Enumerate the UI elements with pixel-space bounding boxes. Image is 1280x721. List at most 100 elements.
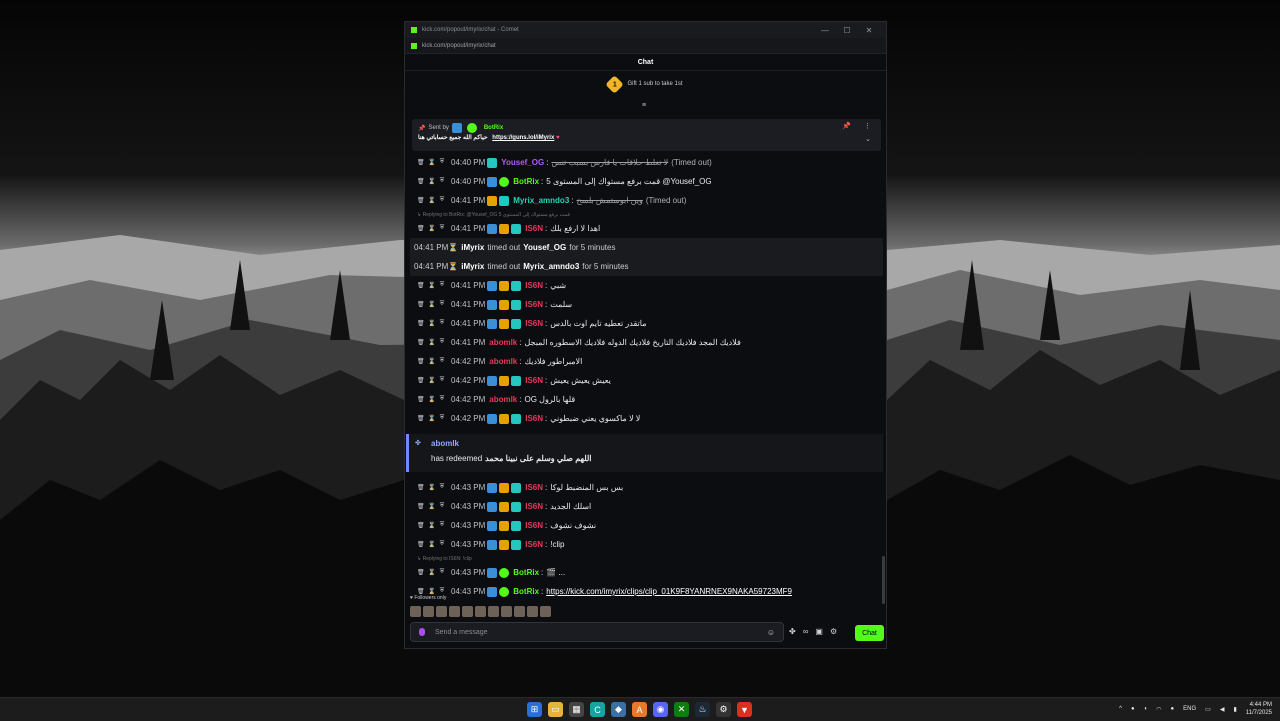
pinned-toggle-icon[interactable]: ≡ [642,102,646,109]
language-indicator[interactable]: ENG [1183,706,1196,712]
tray-app-icon[interactable]: ● [1131,706,1135,712]
timeout-hourglass-icon[interactable]: ⌛ [428,358,435,365]
chat-username[interactable]: IS6N [525,376,543,385]
timeout-hourglass-icon[interactable]: ⌛ [428,415,435,422]
app-icon[interactable]: ◆ [611,702,626,717]
ban-shield-icon[interactable]: ⛨ [439,503,445,510]
settings-icon[interactable]: ⚙ [716,702,731,717]
calendar-icon[interactable]: ▦ [569,702,584,717]
chat-username[interactable]: IS6N [525,319,543,328]
ban-shield-icon[interactable]: ⛨ [439,484,445,491]
timeout-hourglass-icon[interactable]: ⌛ [428,396,435,403]
chat-username[interactable]: IS6N [525,540,543,549]
wifi-icon[interactable]: ◠ [1156,706,1161,713]
delete-message-icon[interactable]: 🗑 [417,415,425,422]
redeem-user[interactable]: abomlk [431,439,459,448]
taskbar-clock[interactable]: 4:44 PM 11/7/2025 [1246,701,1272,717]
volume-icon[interactable]: ◖ [1144,706,1148,712]
ban-shield-icon[interactable]: ⛨ [439,522,445,529]
emote-9[interactable] [514,606,525,617]
delete-message-icon[interactable]: 🗑 [417,339,425,346]
timeout-hourglass-icon[interactable]: ⌛ [428,197,435,204]
timeout-hourglass-icon[interactable]: ⌛ [428,503,435,510]
chat-username[interactable]: IS6N [525,300,543,309]
pinned-user[interactable]: BotRix [484,125,503,131]
chat-username[interactable]: BotRix [513,177,539,186]
battery-icon[interactable]: ▮ [1233,706,1236,713]
chat-username[interactable]: IS6N [525,224,543,233]
chat-username[interactable]: Myrix_amndo3 [513,196,569,205]
browser-icon[interactable]: C [590,702,605,717]
ban-shield-icon[interactable]: ⛨ [439,301,445,308]
timeout-hourglass-icon[interactable]: ⌛ [428,339,435,346]
start-icon[interactable]: ⊞ [527,702,542,717]
timeout-hourglass-icon[interactable]: ⌛ [428,377,435,384]
ban-shield-icon[interactable]: ⛨ [439,588,445,595]
delete-message-icon[interactable]: 🗑 [417,377,425,384]
timeout-hourglass-icon[interactable]: ⌛ [428,301,435,308]
chat-username[interactable]: IS6N [525,502,543,511]
mod-actor[interactable]: iMyrix [461,243,484,252]
ban-shield-icon[interactable]: ⛨ [439,178,445,185]
timeout-hourglass-icon[interactable]: ⌛ [428,484,435,491]
delete-message-icon[interactable]: 🗑 [417,503,425,510]
emoji-picker-icon[interactable]: ☺ [767,628,775,637]
monitor-icon[interactable]: ▭ [1205,706,1211,713]
more-options-icon[interactable]: ⋮ [864,122,871,130]
tray-chevron-icon[interactable]: ^ [1119,706,1122,712]
ban-shield-icon[interactable]: ⛨ [439,569,445,576]
delete-message-icon[interactable]: 🗑 [417,225,425,232]
ban-shield-icon[interactable]: ⛨ [439,358,445,365]
ban-shield-icon[interactable]: ⛨ [439,282,445,289]
mod-actor[interactable]: iMyrix [461,262,484,271]
emote-1[interactable] [410,606,421,617]
ban-shield-icon[interactable]: ⛨ [439,159,445,166]
delete-message-icon[interactable]: 🗑 [417,301,425,308]
timeout-hourglass-icon[interactable]: ⌛ [428,178,435,185]
emote-8[interactable] [501,606,512,617]
timeout-hourglass-icon[interactable]: ⌛ [428,159,435,166]
emote-11[interactable] [540,606,551,617]
delete-message-icon[interactable]: 🗑 [417,197,425,204]
timeout-hourglass-icon[interactable]: ⌛ [428,588,435,595]
ban-shield-icon[interactable]: ⛨ [439,396,445,403]
arc-icon[interactable]: A [632,702,647,717]
infinity-icon[interactable]: ∞ [803,627,809,636]
send-chat-button[interactable]: Chat [855,625,884,641]
chat-username[interactable]: abomlk [489,338,517,347]
emote-4[interactable] [449,606,460,617]
chat-scrollbar[interactable] [882,556,885,604]
ban-shield-icon[interactable]: ⛨ [439,377,445,384]
minimize-button[interactable]: — [814,26,836,35]
maximize-button[interactable]: ☐ [836,26,858,35]
ban-shield-icon[interactable]: ⛨ [439,339,445,346]
timeout-hourglass-icon[interactable]: ⌛ [428,282,435,289]
emote-3[interactable] [436,606,447,617]
timeout-hourglass-icon[interactable]: ⌛ [428,541,435,548]
delete-message-icon[interactable]: 🗑 [417,178,425,185]
delete-message-icon[interactable]: 🗑 [417,320,425,327]
timeout-hourglass-icon[interactable]: ⌛ [428,320,435,327]
pinned-link[interactable]: https://guns.lol/iMyrix [492,135,554,141]
points-icon[interactable]: ✤ [789,627,796,636]
emote-5[interactable] [462,606,473,617]
discord-icon[interactable]: ◉ [653,702,668,717]
chat-username[interactable]: IS6N [525,483,543,492]
mic-icon[interactable] [419,628,425,636]
chat-username[interactable]: BotRix [513,587,539,596]
ban-shield-icon[interactable]: ⛨ [439,225,445,232]
mod-target[interactable]: Myrix_amndo3 [523,262,579,271]
delete-message-icon[interactable]: 🗑 [417,159,425,166]
delete-message-icon[interactable]: 🗑 [417,358,425,365]
emote-6[interactable] [475,606,486,617]
emote-7[interactable] [488,606,499,617]
emote-10[interactable] [527,606,538,617]
mod-target[interactable]: Yousef_OG [523,243,566,252]
brave-icon[interactable]: ▼ [737,702,752,717]
gift-sub-bar[interactable]: 1 Gift 1 sub to take 1st [405,71,886,97]
timeout-hourglass-icon[interactable]: ⌛ [428,522,435,529]
ban-shield-icon[interactable]: ⛨ [439,320,445,327]
steam-icon[interactable]: ♨ [695,702,710,717]
settings-gear-icon[interactable]: ⚙ [830,627,837,636]
delete-message-icon[interactable]: 🗑 [417,282,425,289]
